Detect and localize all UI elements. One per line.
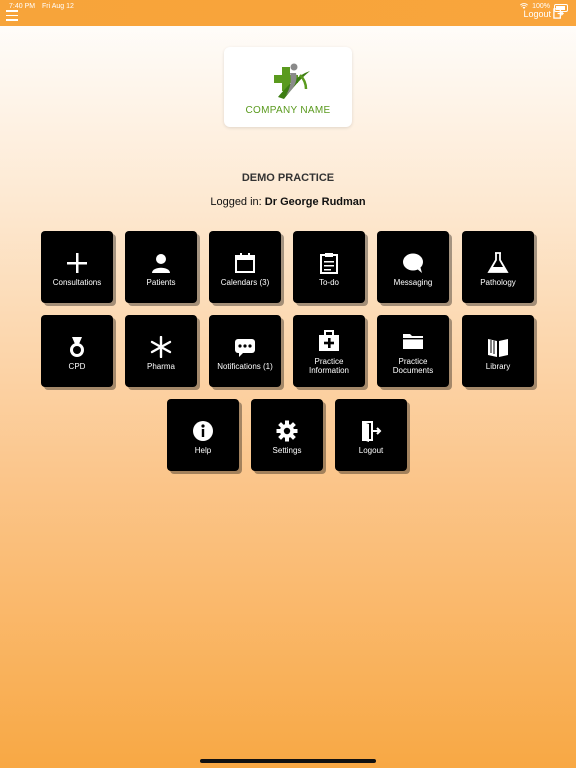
status-bar: 7:40 PM Fri Aug 12 100% bbox=[0, 0, 576, 26]
company-logo: COMPANY NAME bbox=[224, 47, 352, 127]
cross-leaf-logo-icon bbox=[274, 63, 310, 99]
tile-label: Pharma bbox=[146, 362, 175, 371]
tile-library[interactable]: Library bbox=[462, 315, 534, 387]
tile-label: Library bbox=[485, 362, 511, 371]
tile-practice-information[interactable]: Practice Information bbox=[293, 315, 365, 387]
tile-label: Practice Documents bbox=[392, 357, 434, 375]
company-name: COMPANY NAME bbox=[245, 105, 331, 116]
tile-label: Logout bbox=[358, 446, 384, 455]
login-status: Logged in: Dr George Rudman bbox=[0, 196, 576, 208]
logout-icon bbox=[553, 8, 564, 19]
gear-icon bbox=[276, 420, 298, 442]
tile-help[interactable]: Help bbox=[167, 399, 239, 471]
tile-pharma[interactable]: Pharma bbox=[125, 315, 197, 387]
tile-label: Messaging bbox=[393, 278, 433, 287]
tile-label: Practice Information bbox=[308, 357, 350, 375]
plus-icon bbox=[67, 253, 87, 273]
status-date: Fri Aug 12 bbox=[42, 3, 74, 10]
tile-label: Help bbox=[194, 446, 212, 455]
tile-notifications[interactable]: Notifications (1) bbox=[209, 315, 281, 387]
tile-pathology[interactable]: Pathology bbox=[462, 231, 534, 303]
tile-practice-documents[interactable]: Practice Documents bbox=[377, 315, 449, 387]
clipboard-icon bbox=[320, 253, 338, 274]
menu-button[interactable] bbox=[6, 10, 18, 24]
tile-calendars[interactable]: Calendars (3) bbox=[209, 231, 281, 303]
asterisk-icon bbox=[150, 336, 172, 358]
tile-logout[interactable]: Logout bbox=[335, 399, 407, 471]
status-time: 7:40 PM bbox=[9, 3, 36, 10]
practice-name: DEMO PRACTICE bbox=[241, 172, 335, 184]
logged-in-user: Dr George Rudman bbox=[264, 196, 366, 208]
chat-bubble-icon bbox=[403, 253, 423, 273]
tile-settings[interactable]: Settings bbox=[251, 399, 323, 471]
tile-label: Consultations bbox=[52, 278, 102, 287]
tile-label: Patients bbox=[146, 278, 176, 287]
header-logout-button[interactable]: Logout bbox=[523, 8, 564, 19]
logout-icon bbox=[362, 421, 382, 442]
tile-label: Settings bbox=[272, 446, 302, 455]
person-icon bbox=[152, 254, 170, 273]
flask-icon bbox=[487, 252, 509, 273]
folder-icon bbox=[403, 334, 423, 349]
notification-bubble-icon bbox=[235, 339, 255, 357]
header-logout-label: Logout bbox=[523, 8, 551, 19]
tile-cpd[interactable]: CPD bbox=[41, 315, 113, 387]
tile-label: To-do bbox=[318, 278, 339, 287]
medal-icon bbox=[70, 337, 84, 357]
tile-label: Pathology bbox=[480, 278, 516, 287]
tile-label: Calendars (3) bbox=[220, 278, 270, 287]
tile-label: Notifications (1) bbox=[217, 362, 273, 371]
tile-todo[interactable]: To-do bbox=[293, 231, 365, 303]
calendar-icon bbox=[235, 253, 255, 273]
tile-consultations[interactable]: Consultations bbox=[41, 231, 113, 303]
book-icon bbox=[488, 339, 508, 357]
home-indicator[interactable] bbox=[200, 759, 376, 763]
tile-patients[interactable]: Patients bbox=[125, 231, 197, 303]
first-aid-kit-icon bbox=[319, 330, 339, 351]
tile-messaging[interactable]: Messaging bbox=[377, 231, 449, 303]
tile-label: CPD bbox=[68, 362, 86, 371]
login-prefix: Logged in: bbox=[210, 196, 262, 208]
info-icon bbox=[193, 421, 213, 441]
